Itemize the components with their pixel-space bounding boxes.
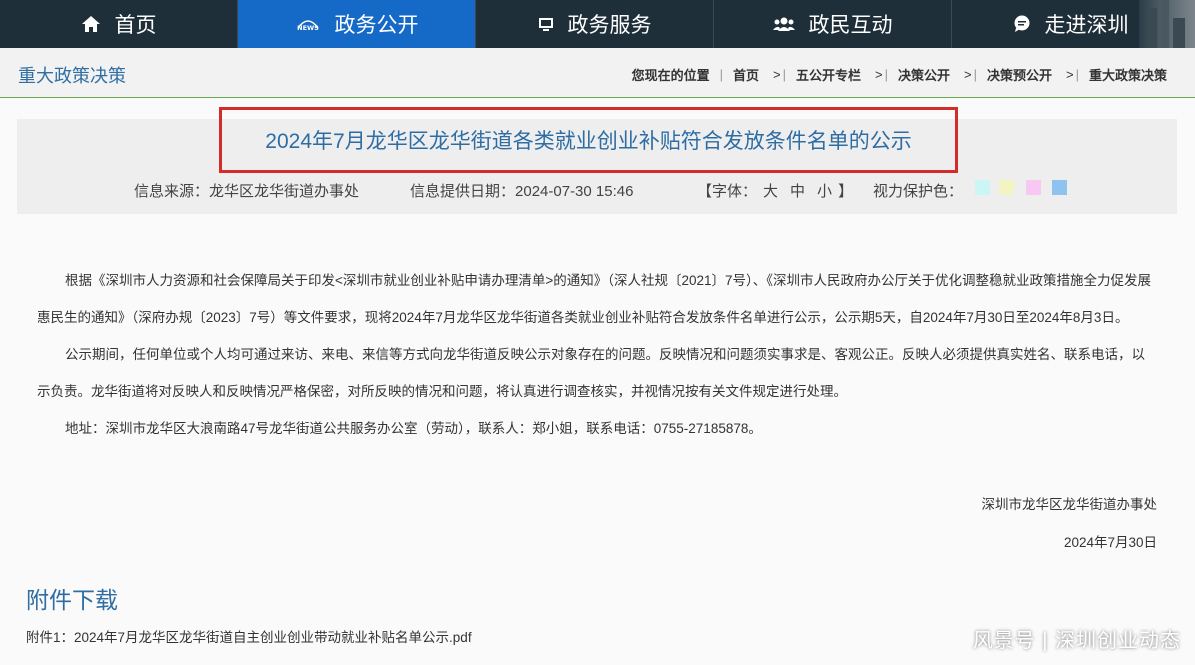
article-paragraph: 根据《深圳市人力资源和社会保障局关于印发<深圳市就业创业补贴申请办理清单>的通知… — [37, 273, 1152, 325]
news-icon: NEWS — [295, 16, 321, 32]
nav-citizen-interaction[interactable]: 政民互动 — [714, 0, 952, 48]
breadcrumb-prefix: 您现在的位置 — [631, 68, 710, 83]
breadcrumb: 您现在的位置 | 首页 > | 五公开专栏 > | 决策公开 > | 决策预公开… — [622, 65, 1167, 84]
info-source-label: 信息来源： — [134, 183, 210, 200]
article-sign-date: 2024年7月30日 — [1063, 535, 1157, 550]
font-size-small-button[interactable]: 小 — [811, 183, 838, 200]
attachments-heading: 附件下载 — [26, 587, 118, 613]
info-source-value: 龙华区龙华街道办事处 — [209, 183, 360, 200]
breadcrumb-separator: > — [773, 67, 781, 82]
article-title: 2024年7月龙华区龙华街道各类就业创业补贴符合发放条件名单的公示 — [265, 130, 912, 153]
nav-explore-shenzhen-label: 走进深圳 — [1044, 14, 1129, 37]
info-date: 信息提供日期：2024-07-30 15:46 — [410, 180, 633, 201]
breadcrumb-decision-pre-open[interactable]: 决策预公开 — [977, 65, 1062, 84]
article-paragraph: 公示期间，任何单位或个人均可通过来访、来电、来信等方式向龙华街道反映公示对象存在… — [37, 347, 1145, 399]
news-badge-text: NEWS — [297, 24, 319, 32]
article-signature: 深圳市龙华区龙华街道办事处 — [981, 497, 1158, 512]
font-size-control: 【字体：大中小】 — [697, 180, 853, 201]
info-date-label: 信息提供日期： — [410, 183, 516, 200]
nav-home-label: 首页 — [114, 14, 157, 37]
home-icon — [81, 15, 101, 33]
sub-header: 重大政策决策 您现在的位置 | 首页 > | 五公开专栏 > | 决策公开 > … — [0, 48, 1195, 98]
eye-care-swatch-yellow[interactable] — [999, 180, 1014, 195]
article-body: 根据《深圳市人力资源和社会保障局关于印发<深圳市就业创业补贴申请办理清单>的通知… — [37, 262, 1157, 447]
breadcrumb-major-policy[interactable]: 重大政策决策 — [1079, 65, 1167, 84]
eye-care-swatch-pink[interactable] — [1026, 180, 1041, 195]
breadcrumb-five-open-column[interactable]: 五公开专栏 — [786, 65, 871, 84]
font-size-medium-button[interactable]: 中 — [784, 183, 811, 200]
watermark: 风景号 | 深圳创业动态 — [972, 630, 1181, 652]
section-title: 重大政策决策 — [18, 66, 126, 86]
article-title-highlight: 2024年7月龙华区龙华街道各类就业创业补贴符合发放条件名单的公示 — [219, 107, 958, 173]
eye-care-swatch-blue[interactable] — [1052, 180, 1067, 195]
breadcrumb-separator: > — [1066, 67, 1074, 82]
breadcrumb-home[interactable]: 首页 — [723, 65, 769, 84]
nav-government-services[interactable]: 政务服务 — [476, 0, 714, 48]
monitor-icon — [538, 17, 554, 32]
info-source: 信息来源：龙华区龙华街道办事处 — [134, 180, 359, 201]
breadcrumb-decision-open[interactable]: 决策公开 — [888, 65, 960, 84]
nav-government-services-label: 政务服务 — [567, 14, 652, 37]
info-date-value: 2024-07-30 15:46 — [515, 183, 634, 200]
nav-home[interactable]: 首页 — [0, 0, 238, 48]
font-size-label-open: 【字体： — [697, 183, 758, 200]
chat-icon — [1013, 15, 1031, 33]
breadcrumb-separator: > — [964, 67, 972, 82]
breadcrumb-separator: > — [875, 67, 883, 82]
nav-government-affairs-open-label: 政务公开 — [334, 14, 419, 37]
eye-care-label: 视力保护色： — [873, 183, 964, 200]
nav-citizen-interaction-label: 政民互动 — [808, 14, 893, 37]
nav-government-affairs-open[interactable]: NEWS 政务公开 — [238, 0, 476, 48]
attachment-link[interactable]: 附件1：2024年7月龙华区龙华街道自主创业创业带动就业补贴名单公示.pdf — [26, 626, 472, 646]
people-icon — [772, 16, 795, 32]
article-paragraph: 地址：深圳市龙华区大浪南路47号龙华街道公共服务办公室（劳动），联系人：郑小姐，… — [65, 421, 762, 436]
eye-care-swatch-cyan[interactable] — [975, 180, 990, 195]
font-size-label-close: 】 — [838, 183, 854, 200]
city-skyline-image — [1139, 0, 1195, 48]
font-size-large-button[interactable]: 大 — [757, 183, 784, 200]
top-navigation: 首页 NEWS 政务公开 政务服务 政民互动 走进深圳 — [0, 0, 1195, 48]
